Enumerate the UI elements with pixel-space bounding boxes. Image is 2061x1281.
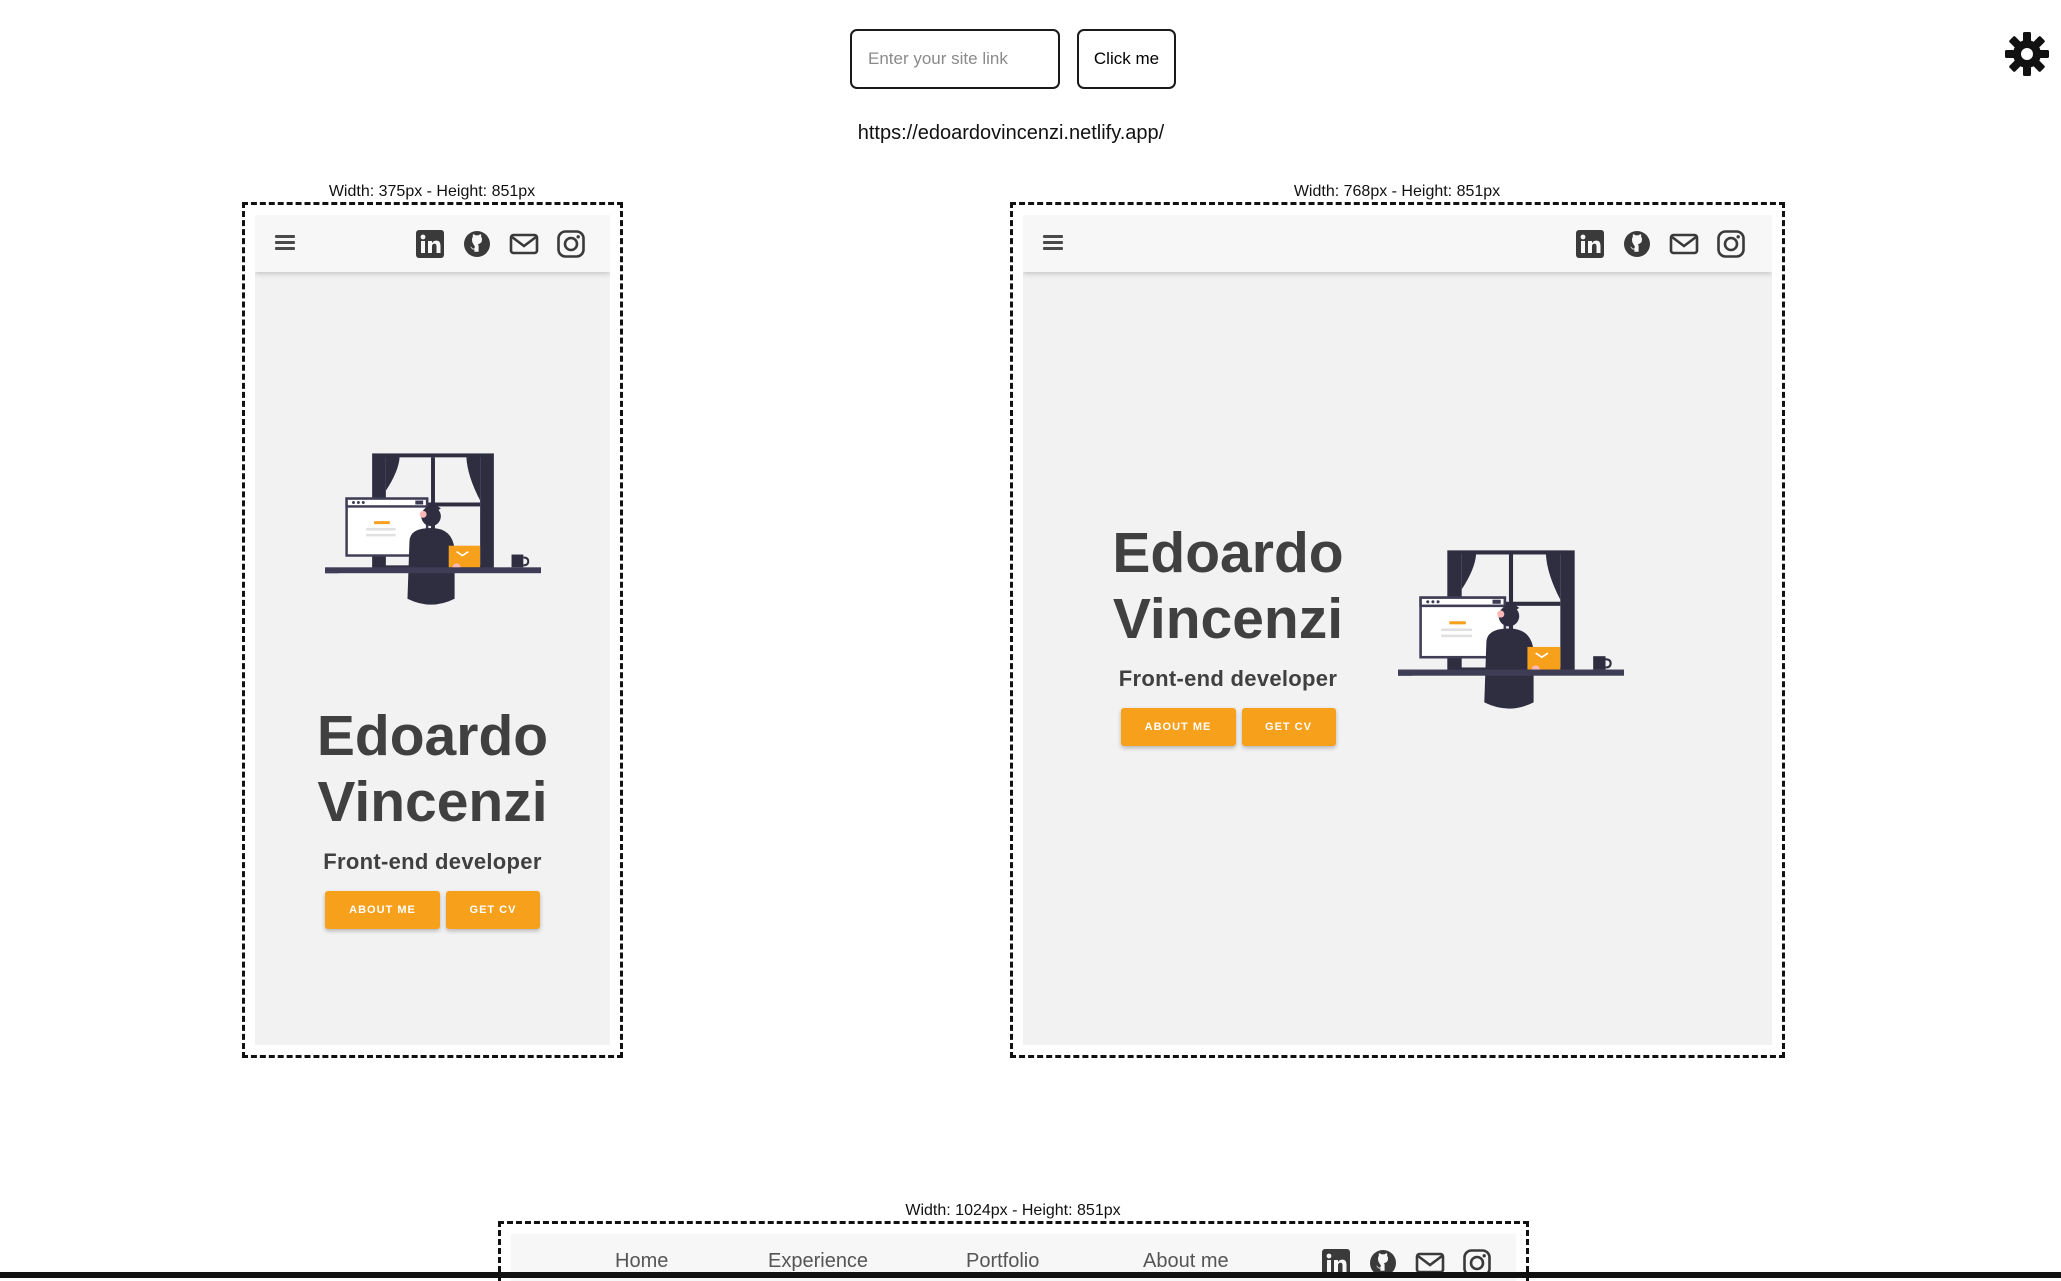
hero-section: Edoardo Vincenzi Front-end developer ABO… [1088, 520, 1368, 746]
menu-icon[interactable] [1043, 232, 1063, 256]
instagram-icon[interactable] [1716, 229, 1746, 259]
github-icon[interactable] [462, 229, 492, 259]
menu-icon[interactable] [275, 232, 295, 256]
nav-link-home[interactable]: Home [615, 1250, 668, 1273]
frame-size-label: Width: 375px - Height: 851px [328, 183, 536, 200]
hero-section: Edoardo Vincenzi Front-end developer ABO… [255, 703, 610, 929]
gear-icon[interactable] [2004, 31, 2050, 77]
hero-role: Front-end developer [1118, 666, 1338, 691]
mail-icon[interactable] [1669, 229, 1699, 259]
nav-link-about-me[interactable]: About me [1143, 1250, 1229, 1273]
github-icon[interactable] [1622, 229, 1652, 259]
developer-illustration [325, 450, 541, 610]
mobile-preview-frame: Edoardo Vincenzi Front-end developer ABO… [242, 202, 623, 1058]
linkedin-icon[interactable] [1575, 229, 1605, 259]
frame-size-label: Width: 1024px - Height: 851px [905, 1202, 1121, 1219]
site-link-input[interactable] [850, 29, 1060, 89]
site-navbar [255, 215, 610, 272]
current-url-text: https://edoardovincenzi.netlify.app/ [857, 122, 1165, 144]
about-me-button[interactable]: ABOUT ME [325, 891, 440, 929]
hero-name: Edoardo Vincenzi [255, 703, 610, 835]
frame-size-label: Width: 768px - Height: 851px [1293, 183, 1501, 200]
hero-role: Front-end developer [323, 849, 542, 874]
hero-name: Edoardo Vincenzi [1088, 520, 1368, 652]
tablet-preview-frame: Edoardo Vincenzi Front-end developer ABO… [1010, 202, 1785, 1058]
instagram-icon[interactable] [556, 229, 586, 259]
hero-name-first: Edoardo [1112, 521, 1344, 585]
social-links [415, 229, 586, 259]
site-viewport: Edoardo Vincenzi Front-end developer ABO… [255, 215, 610, 1045]
hero-name-last: Vincenzi [1112, 587, 1344, 651]
site-navbar [1023, 215, 1772, 272]
get-cv-button[interactable]: GET CV [446, 891, 540, 929]
nav-link-experience[interactable]: Experience [768, 1250, 868, 1273]
window-bottom-edge [0, 1272, 2061, 1278]
mail-icon[interactable] [509, 229, 539, 259]
about-me-button[interactable]: ABOUT ME [1120, 708, 1236, 746]
social-links [1575, 229, 1746, 259]
hero-name-last: Vincenzi [317, 770, 548, 834]
get-cv-button[interactable]: GET CV [1241, 708, 1336, 746]
click-me-button[interactable]: Click me [1077, 29, 1176, 89]
developer-illustration [1398, 548, 1624, 713]
linkedin-icon[interactable] [415, 229, 445, 259]
site-viewport: Edoardo Vincenzi Front-end developer ABO… [1023, 215, 1772, 1045]
nav-link-portfolio[interactable]: Portfolio [966, 1250, 1039, 1273]
hero-name-first: Edoardo [316, 704, 549, 768]
